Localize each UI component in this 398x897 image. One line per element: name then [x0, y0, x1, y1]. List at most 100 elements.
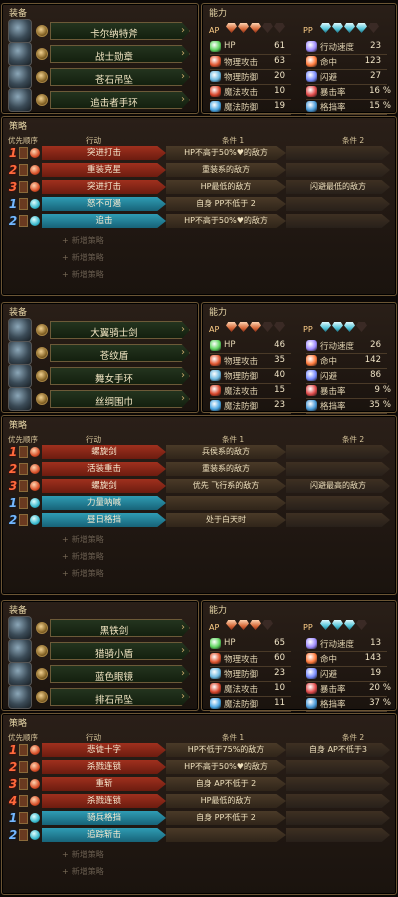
- equipment-slot[interactable]: 蓝色眼镜 ›: [6, 662, 196, 686]
- equipment-name-bar[interactable]: 追击者手环 ›: [50, 91, 190, 109]
- equipment-name-bar[interactable]: 舞女手环 ›: [50, 367, 190, 385]
- add-strategy-button[interactable]: + 新增策略: [62, 269, 182, 282]
- equipment-name-bar[interactable]: 大翼骑士剑 ›: [50, 321, 190, 339]
- equipment-slot[interactable]: 舞女手环 ›: [6, 364, 196, 388]
- equipment-slot[interactable]: 苍石吊坠 ›: [6, 65, 196, 89]
- add-strategy-button[interactable]: + 新增策略: [62, 235, 182, 248]
- condition-1-button[interactable]: 自身 PP不低于 2: [166, 811, 286, 825]
- equipment-name-bar[interactable]: 丝绸围巾 ›: [50, 390, 190, 408]
- strategy-row[interactable]: 2 重装克星 重装系的敌方: [6, 163, 394, 178]
- condition-2-button[interactable]: [286, 445, 390, 459]
- strategy-row[interactable]: 1 悲徒十字 HP不低于75%的敌方 自身 AP不低于3: [6, 743, 394, 758]
- condition-1-button[interactable]: 处于白天时: [166, 513, 286, 527]
- strategy-row[interactable]: 1 突进打击 HP不高于50%♥的敌方: [6, 146, 394, 161]
- add-strategy-button[interactable]: + 新增策略: [62, 849, 182, 862]
- condition-2-button[interactable]: [286, 760, 390, 774]
- strategy-row[interactable]: 1 骑兵格挡 自身 PP不低于 2: [6, 811, 394, 826]
- strategy-row[interactable]: 1 力量呐喊: [6, 496, 394, 511]
- action-button[interactable]: 悲徒十字: [42, 743, 166, 757]
- equipment-name-bar[interactable]: 苍石吊坠 ›: [50, 68, 190, 86]
- action-button[interactable]: 杀戮连锁: [42, 760, 166, 774]
- equipment-slot[interactable]: 丝绸围巾 ›: [6, 387, 196, 411]
- action-button[interactable]: 螺旋剑: [42, 445, 166, 459]
- action-button[interactable]: 昼日格挡: [42, 513, 166, 527]
- condition-1-button[interactable]: 自身 AP不低于 2: [166, 777, 286, 791]
- condition-1-button[interactable]: HP最低的敌方: [166, 180, 286, 194]
- equipment-name-bar[interactable]: 苍纹盾 ›: [50, 344, 190, 362]
- condition-2-button[interactable]: [286, 513, 390, 527]
- strategy-row[interactable]: 2 追踪斩击: [6, 828, 394, 843]
- strategy-row[interactable]: 2 追击 HP不高于50%♥的敌方: [6, 214, 394, 229]
- add-strategy-button[interactable]: + 新增策略: [62, 551, 182, 564]
- strategy-row[interactable]: 3 重斩 自身 AP不低于 2: [6, 777, 394, 792]
- action-button[interactable]: 追击: [42, 214, 166, 228]
- equipment-name-bar[interactable]: 蓝色眼镜 ›: [50, 665, 190, 683]
- condition-2-button[interactable]: [286, 462, 390, 476]
- condition-1-button[interactable]: 优先 飞行系的敌方: [166, 479, 286, 493]
- condition-1-button[interactable]: HP不高于50%♥的敌方: [166, 760, 286, 774]
- condition-2-button[interactable]: [286, 496, 390, 510]
- action-button[interactable]: 骑兵格挡: [42, 811, 166, 825]
- condition-2-button[interactable]: [286, 146, 390, 160]
- action-button[interactable]: 突进打击: [42, 146, 166, 160]
- action-button[interactable]: 杀戮连锁: [42, 794, 166, 808]
- equipment-slot[interactable]: 黑铁剑 ›: [6, 616, 196, 640]
- stat-label: 暴击率: [320, 88, 346, 98]
- condition-1-button[interactable]: HP不高于50%♥的敌方: [166, 214, 286, 228]
- stat-value-number: 40: [274, 370, 285, 380]
- equipment-name-bar[interactable]: 卡尔纳特斧 ›: [50, 22, 190, 40]
- action-button[interactable]: 活装重击: [42, 462, 166, 476]
- condition-1-button[interactable]: 重装系的敌方: [166, 462, 286, 476]
- action-button[interactable]: 螺旋剑: [42, 479, 166, 493]
- action-button[interactable]: 突进打击: [42, 180, 166, 194]
- equipment-slot[interactable]: 猎骑小盾 ›: [6, 639, 196, 663]
- condition-1-button[interactable]: HP不高于50%♥的敌方: [166, 146, 286, 160]
- action-button[interactable]: 追踪斩击: [42, 828, 166, 842]
- action-button[interactable]: 力量呐喊: [42, 496, 166, 510]
- strategy-row[interactable]: 2 昼日格挡 处于白天时: [6, 513, 394, 528]
- strategy-row[interactable]: 2 活装重击 重装系的敌方: [6, 462, 394, 477]
- condition-2-button[interactable]: [286, 197, 390, 211]
- condition-2-button[interactable]: [286, 163, 390, 177]
- equipment-name-bar[interactable]: 排石吊坠 ›: [50, 688, 190, 706]
- equipment-slot[interactable]: 排石吊坠 ›: [6, 685, 196, 709]
- stat-value: 10: [274, 86, 285, 96]
- ap-gem-icon: [250, 23, 261, 33]
- equipment-slot[interactable]: 卡尔纳特斧 ›: [6, 19, 196, 43]
- equipment-slot[interactable]: 苍纹盾 ›: [6, 341, 196, 365]
- condition-1-button[interactable]: [166, 828, 286, 842]
- add-strategy-button[interactable]: + 新增策略: [62, 534, 182, 547]
- condition-2-button[interactable]: [286, 214, 390, 228]
- add-strategy-button[interactable]: + 新增策略: [62, 866, 182, 879]
- action-button[interactable]: 怒不可遏: [42, 197, 166, 211]
- strategy-row[interactable]: 3 螺旋剑 优先 飞行系的敌方 闪避最高的敌方: [6, 479, 394, 494]
- condition-2-button[interactable]: 闪避最高的敌方: [286, 479, 390, 493]
- condition-2-button[interactable]: 闪避最低的敌方: [286, 180, 390, 194]
- strategy-row[interactable]: 3 突进打击 HP最低的敌方 闪避最低的敌方: [6, 180, 394, 195]
- equipment-slot[interactable]: 追击者手环 ›: [6, 88, 196, 112]
- strategy-row[interactable]: 1 怒不可遏 自身 PP不低于 2: [6, 197, 394, 212]
- condition-1-button[interactable]: 自身 PP不低于 2: [166, 197, 286, 211]
- strategy-row[interactable]: 4 杀戮连锁 HP最低的敌方: [6, 794, 394, 809]
- action-button[interactable]: 重斩: [42, 777, 166, 791]
- strategy-row[interactable]: 2 杀戮连锁 HP不高于50%♥的敌方: [6, 760, 394, 775]
- equipment-slot[interactable]: 战士勋章 ›: [6, 42, 196, 66]
- add-strategy-button[interactable]: + 新增策略: [62, 568, 182, 581]
- condition-1-button[interactable]: HP不低于75%的敌方: [166, 743, 286, 757]
- add-strategy-button[interactable]: + 新增策略: [62, 252, 182, 265]
- condition-1-button[interactable]: HP最低的敌方: [166, 794, 286, 808]
- strategy-row[interactable]: 1 螺旋剑 兵侯系的敌方: [6, 445, 394, 460]
- equipment-name-bar[interactable]: 黑铁剑 ›: [50, 619, 190, 637]
- condition-2-button[interactable]: [286, 828, 390, 842]
- equipment-name-bar[interactable]: 战士勋章 ›: [50, 45, 190, 63]
- condition-2-button[interactable]: [286, 811, 390, 825]
- condition-1-button[interactable]: [166, 496, 286, 510]
- equipment-slot[interactable]: 大翼骑士剑 ›: [6, 318, 196, 342]
- condition-2-button[interactable]: [286, 777, 390, 791]
- condition-1-button[interactable]: 重装系的敌方: [166, 163, 286, 177]
- equipment-name-bar[interactable]: 猎骑小盾 ›: [50, 642, 190, 660]
- action-button[interactable]: 重装克星: [42, 163, 166, 177]
- condition-1-button[interactable]: 兵侯系的敌方: [166, 445, 286, 459]
- condition-2-button[interactable]: [286, 794, 390, 808]
- condition-2-button[interactable]: 自身 AP不低于3: [286, 743, 390, 757]
